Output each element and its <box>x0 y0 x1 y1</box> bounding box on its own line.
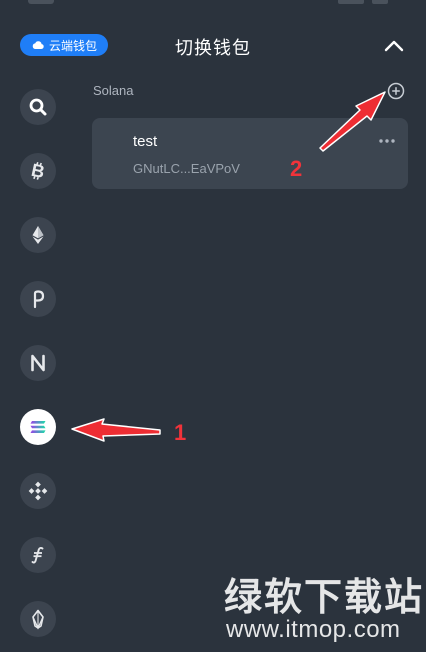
chain-ethereum-button[interactable] <box>20 217 56 253</box>
chain-sidebar: B <box>0 70 76 652</box>
add-wallet-icon[interactable] <box>386 81 406 101</box>
page-title: 切换钱包 <box>175 38 251 58</box>
filecoin-icon <box>31 546 44 564</box>
search-icon <box>29 98 47 116</box>
status-battery <box>372 0 388 4</box>
polkadot-icon <box>33 290 45 309</box>
wallet-card[interactable]: test GNutLC...EaVPoV <box>92 118 408 189</box>
chain-near-button[interactable] <box>20 345 56 381</box>
header: 云端钱包 切换钱包 <box>0 22 426 66</box>
wallet-address: GNutLC...EaVPoV <box>133 161 240 176</box>
status-time <box>28 0 54 4</box>
ethereum-icon <box>32 226 44 244</box>
watermark-url: www.itmop.com <box>226 616 401 643</box>
near-icon <box>31 354 45 372</box>
chain-polkadot-button[interactable] <box>20 281 56 317</box>
chain-section-label: Solana <box>93 83 134 98</box>
annotation-number-1: 1 <box>174 420 187 445</box>
watermark-title: 绿软下载站 <box>224 577 425 619</box>
chain-bitcoin-button[interactable]: B <box>20 153 56 189</box>
bitcoin-icon: B <box>30 160 47 182</box>
status-bar <box>0 0 426 8</box>
wallet-name: test <box>133 133 158 150</box>
wallet-switch-screen: 云端钱包 切换钱包 B Solana test GNutLC...EaVPoV … <box>0 0 426 652</box>
eos-icon <box>32 609 44 630</box>
arrow-to-solana <box>71 418 161 442</box>
chevron-up-icon[interactable] <box>382 35 406 55</box>
solana-icon <box>30 421 46 433</box>
annotation-number-2: 2 <box>290 156 303 181</box>
more-icon[interactable] <box>378 138 396 144</box>
status-signal <box>338 0 364 4</box>
chain-eos-button[interactable] <box>20 601 56 637</box>
chain-search-button[interactable] <box>20 89 56 125</box>
chain-filecoin-button[interactable] <box>20 537 56 573</box>
chain-solana-button[interactable] <box>20 409 56 445</box>
chain-bnb-button[interactable] <box>20 473 56 509</box>
bnb-icon <box>28 481 48 501</box>
